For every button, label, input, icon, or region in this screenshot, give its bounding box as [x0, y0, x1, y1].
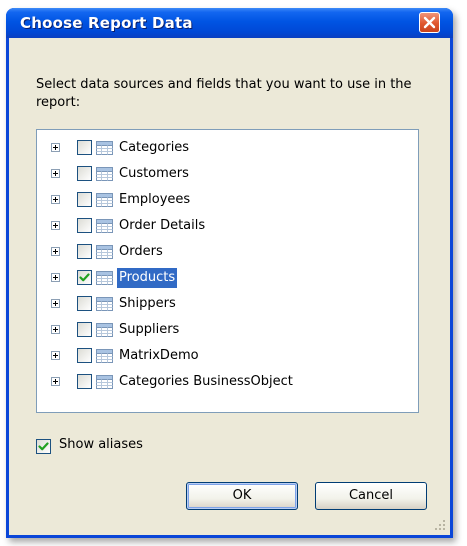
dialog-title: Choose Report Data: [20, 14, 193, 32]
table-icon: [96, 245, 113, 259]
tree-item[interactable]: Categories: [37, 137, 407, 159]
table-icon: [96, 167, 113, 181]
table-icon: [96, 297, 113, 311]
title-bar[interactable]: Choose Report Data: [6, 8, 453, 38]
expand-plus-icon[interactable]: [51, 325, 60, 334]
ok-button[interactable]: OK: [186, 482, 298, 510]
table-icon: [96, 141, 113, 155]
show-aliases-label[interactable]: Show aliases: [59, 437, 143, 452]
item-checkbox[interactable]: [77, 218, 92, 233]
resize-grip-icon[interactable]: [432, 517, 446, 531]
tree-item[interactable]: Orders: [37, 241, 407, 263]
checkmark-icon: [38, 442, 49, 451]
table-icon: [96, 375, 113, 389]
tree-item-label[interactable]: Suppliers: [117, 320, 181, 340]
dialog-window: Choose Report Data Select data sources a…: [6, 8, 453, 538]
tree-item-label[interactable]: Orders: [117, 242, 165, 262]
expand-plus-icon[interactable]: [51, 221, 60, 230]
tree-item[interactable]: Employees: [37, 189, 407, 211]
tree-item-label[interactable]: MatrixDemo: [117, 346, 201, 366]
tree-item[interactable]: MatrixDemo: [37, 345, 407, 367]
expand-plus-icon[interactable]: [51, 143, 60, 152]
expand-plus-icon[interactable]: [51, 247, 60, 256]
tree-item[interactable]: Order Details: [37, 215, 407, 237]
tree-item-label[interactable]: Employees: [117, 190, 192, 210]
checkmark-icon: [79, 273, 90, 282]
item-checkbox[interactable]: [77, 192, 92, 207]
tree-item-label[interactable]: Shippers: [117, 294, 178, 314]
tree-item-label[interactable]: Categories: [117, 138, 191, 158]
expand-plus-icon[interactable]: [51, 169, 60, 178]
tree-item-label[interactable]: Products: [117, 268, 178, 288]
tree-item[interactable]: Suppliers: [37, 319, 407, 341]
expand-plus-icon[interactable]: [51, 377, 60, 386]
expand-plus-icon[interactable]: [51, 195, 60, 204]
tree-item[interactable]: Products: [37, 267, 407, 289]
table-icon: [96, 349, 113, 363]
table-icon: [96, 323, 113, 337]
expand-plus-icon[interactable]: [51, 351, 60, 360]
show-aliases-checkbox[interactable]: [36, 439, 51, 454]
item-checkbox[interactable]: [77, 296, 92, 311]
tree-item-label[interactable]: Categories BusinessObject: [117, 372, 295, 392]
close-icon: [423, 16, 436, 29]
expand-plus-icon[interactable]: [51, 299, 60, 308]
item-checkbox[interactable]: [77, 348, 92, 363]
tree-item[interactable]: Categories BusinessObject: [37, 371, 407, 393]
item-checkbox[interactable]: [77, 270, 92, 285]
tree-item-label[interactable]: Order Details: [117, 216, 207, 236]
tree-item-label[interactable]: Customers: [117, 164, 191, 184]
item-checkbox[interactable]: [77, 140, 92, 155]
item-checkbox[interactable]: [77, 322, 92, 337]
instructions-text: Select data sources and fields that you …: [36, 77, 412, 110]
tree-item[interactable]: Customers: [37, 163, 407, 185]
table-icon: [96, 219, 113, 233]
data-source-tree[interactable]: Categories Customers Employees Order Detail…: [36, 129, 419, 413]
table-icon: [96, 193, 113, 207]
dialog-body: Select data sources and fields that you …: [9, 38, 450, 535]
table-icon: [96, 271, 113, 285]
close-button[interactable]: [419, 12, 440, 33]
cancel-button[interactable]: Cancel: [315, 482, 427, 510]
item-checkbox[interactable]: [77, 374, 92, 389]
tree-item[interactable]: Shippers: [37, 293, 407, 315]
expand-plus-icon[interactable]: [51, 273, 60, 282]
item-checkbox[interactable]: [77, 166, 92, 181]
item-checkbox[interactable]: [77, 244, 92, 259]
